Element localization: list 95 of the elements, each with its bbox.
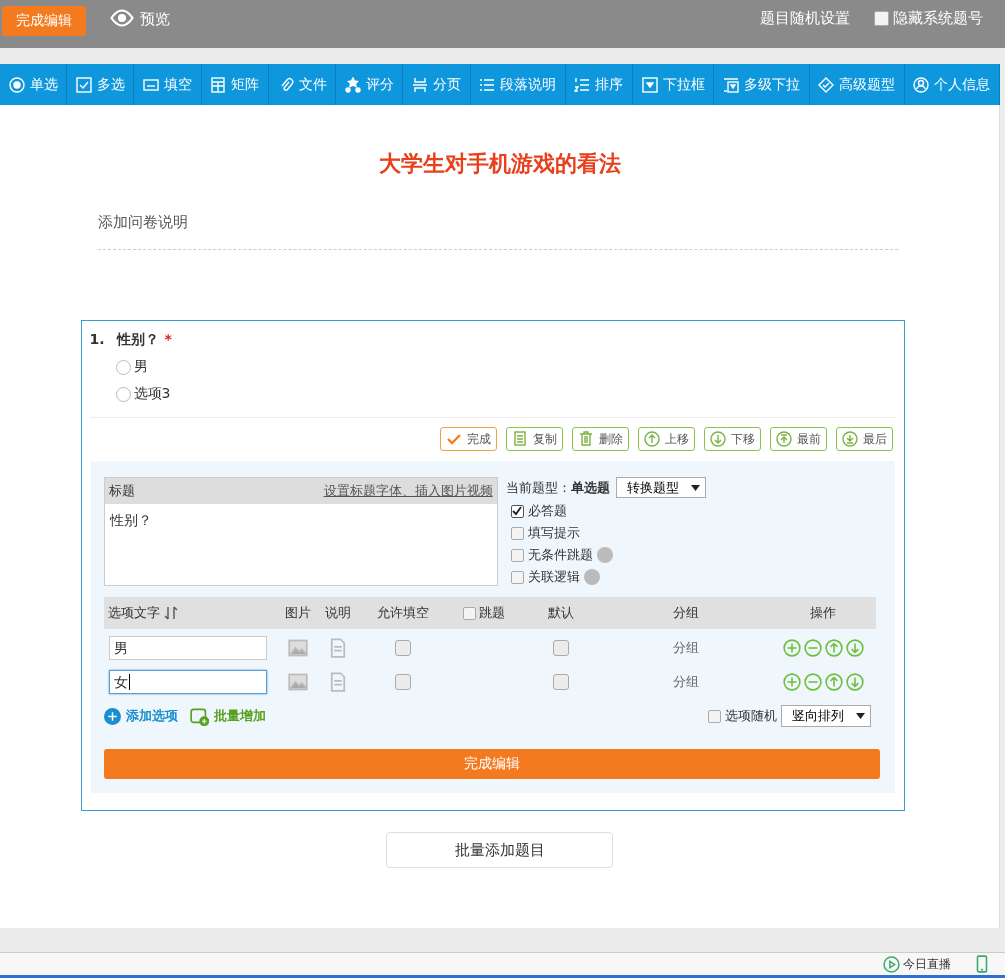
image-icon [287, 637, 308, 658]
hide-numbers-checkbox[interactable] [874, 11, 889, 26]
title-label: 标题 [108, 482, 135, 500]
batch-add-questions-button[interactable]: 批量添加题目 [386, 832, 613, 868]
survey-title: 大学生对手机游戏的看法 [378, 150, 621, 178]
checkbox-label: 选项随机 [724, 707, 777, 725]
radio-button[interactable] [115, 386, 131, 402]
group-link[interactable]: 分组 [672, 638, 699, 657]
finish-edit-button[interactable]: 完成编辑 [2, 6, 86, 36]
required-mark: * [164, 331, 172, 349]
title-textarea[interactable]: 性别？ [104, 504, 497, 579]
column-header: 分组 [672, 604, 699, 622]
option-input[interactable]: 男 [108, 635, 267, 660]
move-top-icon [775, 431, 792, 447]
copy-icon [511, 431, 528, 447]
setting-label: 关联逻辑 [527, 568, 580, 586]
cascade-dropdown-icon [722, 76, 739, 93]
page-break-icon [412, 76, 428, 93]
plus-circle-icon [782, 672, 801, 691]
convert-type-select[interactable]: 转换题型 [615, 477, 706, 498]
question-number: 1. [89, 331, 105, 349]
column-header: 说明 [324, 604, 351, 622]
minus-circle-icon [803, 672, 822, 691]
action-button[interactable]: 下移 [703, 427, 761, 451]
action-button[interactable]: 复制 [505, 427, 563, 451]
text-field-icon [143, 76, 160, 93]
action-button[interactable]: 最前 [769, 427, 827, 451]
title-settings-link[interactable]: 设置标题字体、插入图片视频 [323, 482, 493, 500]
setting-label: 无条件跳题 [527, 546, 593, 564]
add-box-icon [189, 706, 209, 726]
radio-button[interactable] [115, 359, 131, 375]
setting-label: 填写提示 [527, 524, 580, 542]
checkbox[interactable] [394, 673, 411, 690]
checkbox[interactable] [510, 504, 524, 518]
action-button[interactable]: 最后 [835, 427, 893, 451]
column-header: 默认 [547, 604, 574, 622]
down-circle-icon [845, 638, 864, 657]
live-link[interactable]: 今日直播 [903, 955, 951, 973]
diamond-check-icon [818, 76, 835, 93]
up-circle-icon [824, 638, 843, 657]
stars-icon [344, 76, 361, 93]
finish-edit-button[interactable]: 完成编辑 [103, 749, 880, 779]
checkbox[interactable] [510, 526, 524, 540]
checkbox[interactable] [707, 709, 721, 723]
up-circle-icon [824, 672, 843, 691]
move-bottom-icon [841, 431, 858, 447]
numbered-list-icon [574, 76, 591, 93]
dropdown-icon [641, 76, 658, 93]
description-field[interactable]: 添加问卷说明 [98, 213, 898, 250]
group-link[interactable]: 分组 [672, 672, 699, 691]
column-header: 允许填空 [376, 604, 429, 622]
list-icon [479, 76, 496, 93]
checkbox-icon [75, 76, 92, 93]
action-button[interactable]: 上移 [637, 427, 695, 451]
plus-circle-icon [782, 638, 801, 657]
type-label: 当前题型：单选题 [505, 478, 610, 497]
setting-label: 必答题 [527, 502, 567, 520]
down-circle-icon [845, 672, 864, 691]
grid-icon [210, 76, 227, 93]
column-header: 跳题 [478, 604, 505, 622]
caret-icon [855, 713, 865, 719]
play-icon [883, 955, 900, 973]
person-icon [913, 76, 930, 93]
help-icon[interactable] [583, 569, 600, 585]
checkbox[interactable] [394, 639, 411, 656]
checkbox[interactable] [552, 639, 569, 656]
checkbox[interactable] [510, 570, 524, 584]
add-option-link[interactable]: 添加选项 [103, 707, 178, 725]
preview-link[interactable]: 预览 [140, 10, 170, 29]
option-label: 男 [133, 358, 148, 376]
sort-icon [162, 605, 179, 621]
column-header: 选项文字 [107, 604, 160, 622]
layout-select[interactable]: 竖向排列 [780, 705, 871, 727]
action-button[interactable]: 删除 [571, 427, 629, 451]
action-button[interactable]: 完成 [439, 427, 497, 451]
option-input[interactable]: 女 [108, 669, 267, 694]
checkbox[interactable] [552, 673, 569, 690]
tick-icon [512, 506, 522, 516]
plus-circle-icon [103, 707, 121, 725]
minus-circle-icon [803, 638, 822, 657]
option-label: 选项3 [133, 385, 171, 403]
image-icon [287, 671, 308, 692]
batch-add-link[interactable]: 批量增加 [189, 706, 266, 726]
caret-icon [690, 484, 700, 491]
column-header: 操作 [810, 604, 836, 622]
radio-icon [8, 76, 25, 93]
column-header: 图片 [284, 604, 311, 622]
check-icon [445, 431, 462, 447]
help-icon[interactable] [596, 547, 613, 563]
question-title: 性别？ [116, 331, 159, 349]
checkbox-label: 隐藏系统题号 [893, 9, 983, 28]
random-settings-link[interactable]: 题目随机设置 [760, 9, 850, 28]
checkbox[interactable] [510, 548, 524, 562]
trash-icon [577, 431, 594, 447]
checkbox[interactable] [462, 606, 476, 620]
